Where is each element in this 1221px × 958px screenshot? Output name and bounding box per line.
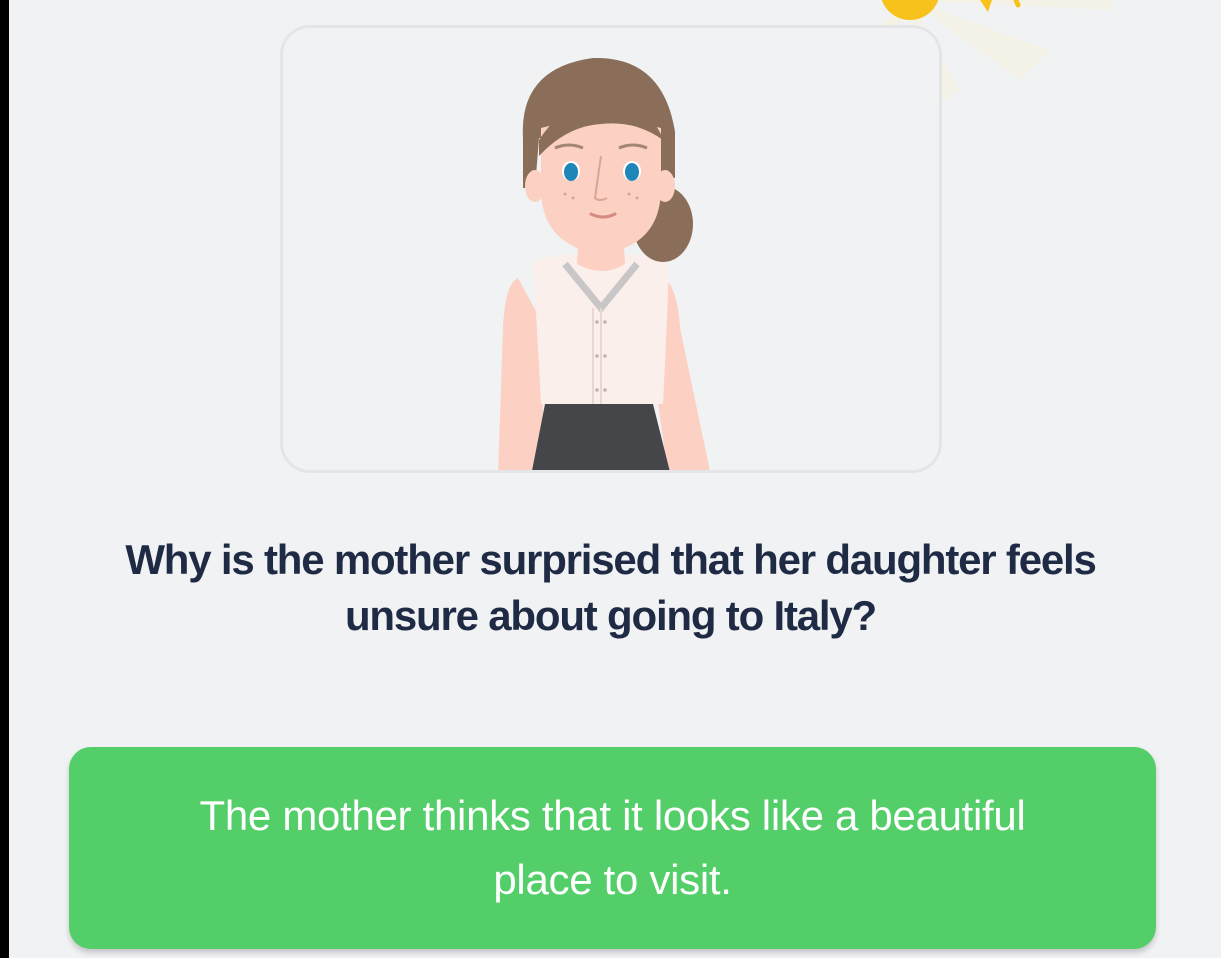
- character-card: [280, 25, 942, 473]
- question-text: Why is the mother surprised that her dau…: [125, 536, 1097, 639]
- window-edge: [0, 0, 9, 958]
- lesson-screen: Why is the mother surprised that her dau…: [0, 0, 1221, 958]
- woman-character-illustration: [498, 57, 710, 470]
- sun-circle: [881, 0, 939, 20]
- answer-option-label: The mother thinks that it looks like a b…: [199, 792, 1026, 903]
- answer-option-button[interactable]: The mother thinks that it looks like a b…: [69, 747, 1156, 949]
